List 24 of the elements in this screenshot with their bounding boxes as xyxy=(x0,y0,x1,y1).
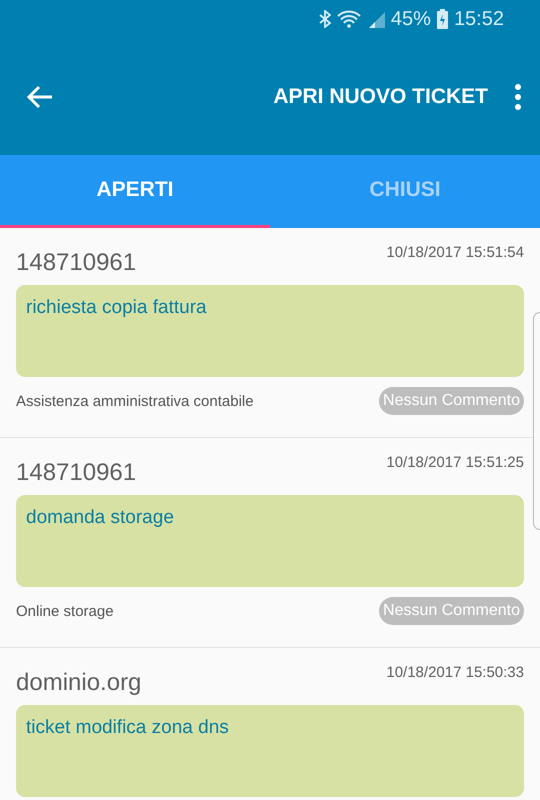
edge-panel-handle[interactable] xyxy=(533,312,540,530)
clock-time: 15:52 xyxy=(454,8,504,30)
ticket-date: 10/18/2017 15:51:54 xyxy=(386,244,524,261)
app-bar-title: APRI NUOVO TICKET xyxy=(272,84,488,108)
comments-badge: Nessun Commento xyxy=(379,387,524,415)
signal-icon xyxy=(368,10,385,28)
ticket-domain: 148710961 xyxy=(16,249,136,277)
ticket-domain: 148710961 xyxy=(16,459,136,487)
ticket-date: 10/18/2017 15:51:25 xyxy=(386,454,524,471)
ticket-subject[interactable]: richiesta copia fattura xyxy=(16,285,524,377)
more-options-icon[interactable] xyxy=(514,84,522,110)
battery-level: 45% xyxy=(390,8,431,30)
tab[interactable]: APERTI xyxy=(0,155,270,228)
battery-charging-icon xyxy=(436,9,448,29)
ticket-domain: dominio.org xyxy=(16,669,142,697)
comments-badge: Nessun Commento xyxy=(379,597,524,625)
ticket-subject[interactable]: domanda storage xyxy=(16,495,524,587)
bluetooth-icon xyxy=(318,10,331,28)
ticket-date: 10/18/2017 15:50:33 xyxy=(386,664,524,681)
ticket-category: Online storage xyxy=(16,602,114,620)
ticket-category: Assistenza amministrativa contabile xyxy=(16,392,254,410)
wifi-icon xyxy=(336,10,363,28)
ticket-subject[interactable]: ticket modifica zona dns xyxy=(16,705,524,797)
tab[interactable]: CHIUSI xyxy=(270,155,540,228)
